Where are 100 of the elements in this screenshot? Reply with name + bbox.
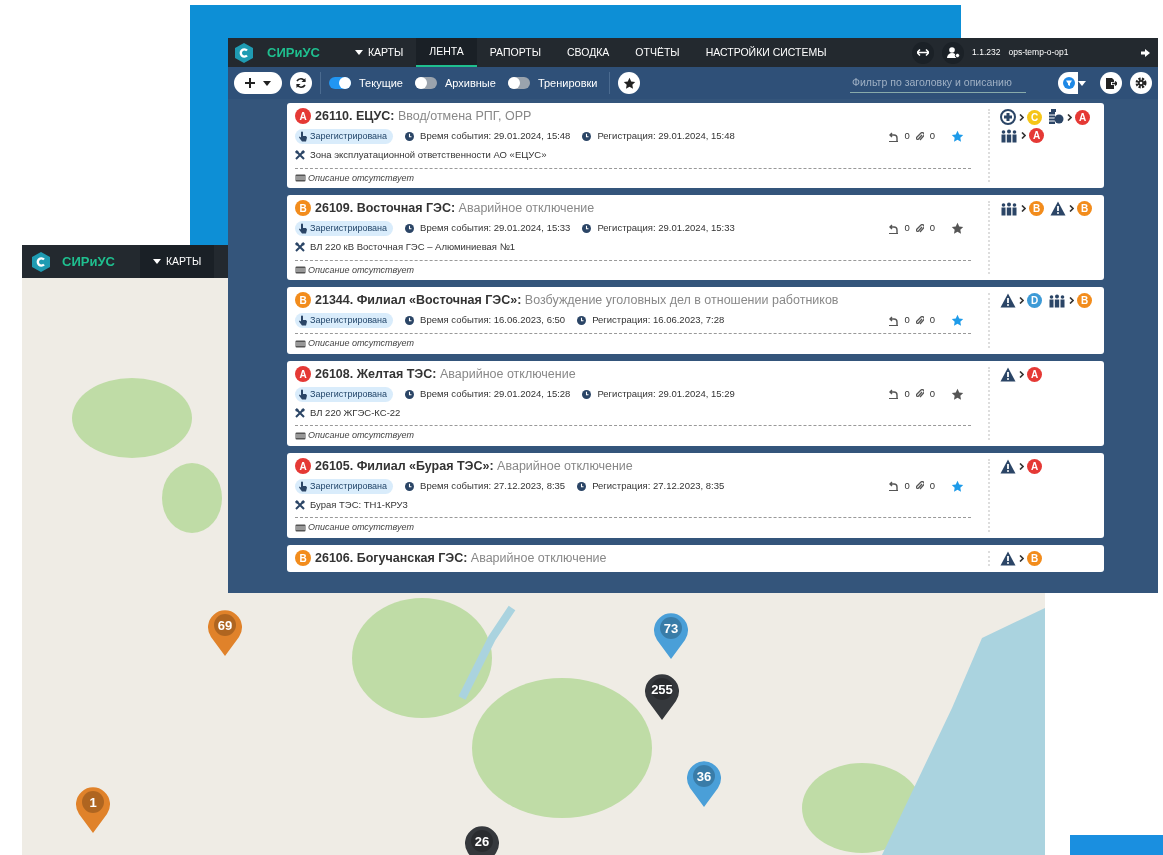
event-title[interactable]: 26106. Богучанская ГЭС: Аварийное отключение	[315, 548, 607, 568]
level-badge: B	[1029, 201, 1044, 216]
event-title[interactable]: 26110. ЕЦУС: Ввод/отмена РПГ, ОРР	[315, 107, 532, 126]
toggle-switch[interactable]	[329, 77, 351, 89]
map-marker[interactable]: 73	[653, 612, 689, 660]
star-icon[interactable]	[951, 314, 964, 327]
level-badge: B	[1077, 293, 1092, 308]
map-marker[interactable]: 26	[464, 825, 500, 855]
settings-button[interactable]	[1130, 72, 1152, 94]
tools-icon	[295, 500, 305, 511]
card-icon	[295, 432, 306, 440]
card-icon	[295, 524, 306, 532]
map-marker[interactable]: 1	[75, 786, 111, 834]
reply-icon	[889, 315, 899, 326]
star-icon[interactable]	[951, 479, 964, 493]
event-time: Время события: 27.12.2023, 8:35	[420, 479, 566, 494]
star-icon[interactable]	[623, 76, 636, 90]
registration-time: Регистрация: 29.01.2024, 15:33	[597, 221, 735, 236]
event-title[interactable]: 26108. Желтая ТЭС: Аварийное отключение	[315, 364, 576, 384]
nav-menu-item[interactable]: КАРТЫ	[341, 38, 417, 67]
attachment-count: 0	[929, 221, 935, 236]
event-card[interactable]: B 21344. Филиал «Восточная ГЭС»: Возбуждение уголовных дел в отношении работников Зарегистрирована Время события: 16.06.2023, 6:50 Регистрация: 16.06.2023, 7:28 0 0 Описание отсутствует D B	[287, 287, 1104, 354]
description-text: Описание отсутствует	[308, 521, 414, 535]
map-marker[interactable]: 36	[686, 760, 722, 808]
toggle-label: Текущие	[359, 75, 403, 91]
user-gear-icon	[946, 47, 960, 58]
user-button[interactable]	[942, 41, 965, 64]
chevron-icon	[1069, 297, 1074, 304]
registration-time: Регистрация: 27.12.2023, 8:35	[592, 479, 725, 494]
hand-icon	[298, 388, 307, 400]
event-card[interactable]: B 26106. Богучанская ГЭС: Аварийное отключение B	[287, 544, 1104, 572]
warning-icon	[1000, 550, 1016, 566]
favorites-button[interactable]	[618, 72, 641, 94]
paperclip-icon	[915, 389, 924, 400]
nav-menu-item[interactable]: ЛЕНТА	[416, 38, 477, 67]
people-icon	[1000, 128, 1018, 143]
refresh-icon	[295, 77, 307, 89]
nav-menu-item[interactable]: КАРТЫ	[139, 245, 215, 278]
attachment-count: 0	[929, 313, 935, 328]
expand-button[interactable]	[912, 41, 935, 64]
map-marker[interactable]: 255	[644, 673, 680, 721]
coins-icon	[1048, 109, 1064, 125]
description-text: Описание отсутствует	[308, 429, 414, 443]
filter-field[interactable]: Фильтр по заголовку и описанию	[850, 72, 1026, 94]
status-text: Зарегистрирована	[310, 221, 388, 235]
logo-icon	[235, 42, 253, 63]
chevron-icon	[1019, 554, 1024, 562]
event-title[interactable]: 26105. Филиал «Бурая ТЭС»: Аварийное отключение	[315, 456, 633, 476]
export-button[interactable]	[1100, 72, 1122, 94]
hand-icon	[298, 131, 307, 142]
warning-icon	[1000, 293, 1016, 308]
user-login: ops-temp-o-op1	[1008, 46, 1069, 59]
toggle-switch[interactable]	[414, 77, 437, 89]
paperclip-icon	[915, 481, 924, 492]
star-icon[interactable]	[951, 387, 964, 401]
star-icon[interactable]	[951, 130, 964, 143]
event-card[interactable]: B 26109. Восточная ГЭС: Аварийное отключение Зарегистрирована Время события: 29.01.2024, 15:33 Регистрация: 29.01.2024, 15:33 0 0 ВЛ 220 кВ Восточная ГЭС – Алюминиевая №1 Описание отсутствует B B	[287, 195, 1104, 280]
tools-icon	[295, 150, 305, 161]
clock-icon	[582, 132, 592, 141]
add-button[interactable]	[234, 72, 282, 94]
clock-icon	[405, 132, 415, 141]
description-text: Описание отсутствует	[308, 337, 414, 351]
brand-name: СИРиУС	[62, 252, 115, 271]
chevron-icon	[1019, 462, 1024, 470]
nav-menu-item[interactable]: ОТЧЁТЫ	[622, 38, 693, 67]
brand-name: СИРиУС	[267, 43, 320, 62]
attachment-count: 0	[929, 387, 935, 402]
object-text: ВЛ 220 ЖГЭС-КС-22	[310, 406, 401, 420]
event-title[interactable]: 21344. Филиал «Восточная ГЭС»: Возбуждение уголовных дел в отношении работников	[315, 291, 839, 310]
event-card[interactable]: A 26110. ЕЦУС: Ввод/отмена РПГ, ОРР Зарегистрирована Время события: 29.01.2024, 15:48 Регистрация: 29.01.2024, 15:48 0 0 Зона эксплуатационной ответственности АО «ЕЦУС» Описание отсутствует C A A	[287, 103, 1104, 188]
chevron-icon	[1021, 205, 1026, 212]
level-badge: A	[1027, 366, 1042, 382]
clock-icon	[405, 316, 415, 325]
reply-count: 0	[904, 129, 910, 144]
event-title[interactable]: 26109. Восточная ГЭС: Аварийное отключение	[315, 199, 595, 218]
card-icon	[295, 266, 306, 275]
event-card[interactable]: A 26105. Филиал «Бурая ТЭС»: Аварийное отключение Зарегистрирована Время события: 27.12.2023, 8:35 Регистрация: 27.12.2023, 8:35 0 0 Бурая ТЭС: ТН1-КРУ3 Описание отсутствует A	[287, 452, 1104, 538]
toggle-switch[interactable]	[507, 77, 530, 89]
event-time: Время события: 29.01.2024, 15:48	[420, 129, 571, 144]
reply-icon	[889, 481, 899, 492]
level-badge: A	[295, 366, 311, 383]
reply-icon	[889, 389, 899, 400]
status-text: Зарегистрирована	[310, 387, 388, 401]
object-text: ВЛ 220 кВ Восточная ГЭС – Алюминиевая №1	[310, 240, 516, 255]
logout-icon[interactable]	[1141, 48, 1150, 57]
refresh-button[interactable]	[290, 72, 312, 94]
caret-icon	[263, 80, 271, 86]
level-badge: D	[1027, 293, 1042, 308]
event-card[interactable]: A 26108. Желтая ТЭС: Аварийное отключение Зарегистрирована Время события: 29.01.2024, 15:28 Регистрация: 29.01.2024, 15:29 0 0 ВЛ 220 ЖГЭС-КС-22 Описание отсутствует A	[287, 360, 1104, 446]
map-marker[interactable]: 69	[207, 609, 243, 657]
caret-icon	[1078, 80, 1086, 86]
paperclip-icon	[915, 131, 924, 142]
registration-time: Регистрация: 29.01.2024, 15:29	[597, 387, 735, 402]
star-icon[interactable]	[951, 222, 964, 235]
nav-menu-item[interactable]: РАПОРТЫ	[476, 38, 554, 67]
level-badge: B	[1027, 550, 1042, 566]
chevron-icon	[1021, 132, 1026, 139]
warning-icon	[1000, 458, 1016, 474]
nav-menu-item[interactable]: СВОДКА	[553, 38, 623, 67]
nav-menu-item[interactable]: НАСТРОЙКИ СИСТЕМЫ	[692, 38, 840, 67]
